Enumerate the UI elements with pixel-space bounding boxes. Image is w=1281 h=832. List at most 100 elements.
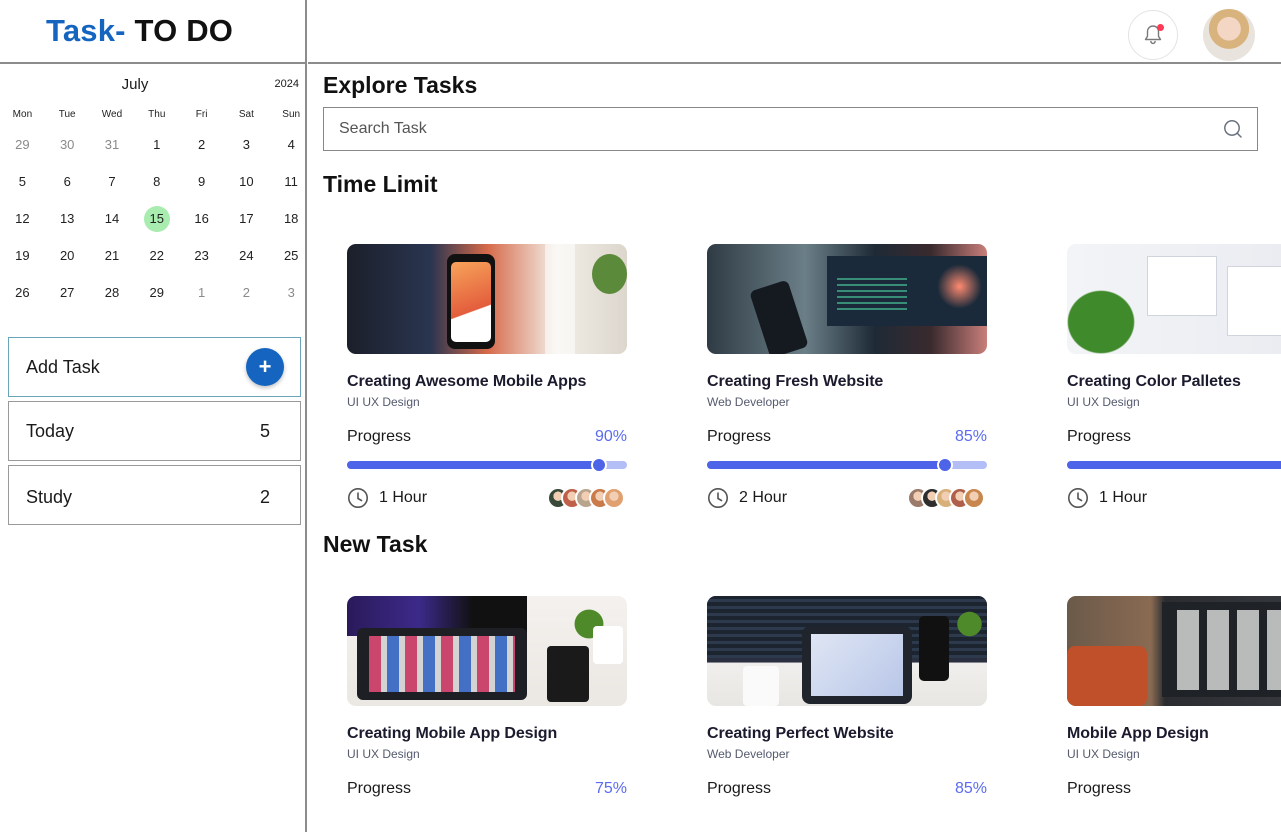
calendar-day-number: 5 bbox=[18, 174, 27, 189]
app-logo[interactable]: Task- TO DO bbox=[46, 13, 233, 49]
list-item-today[interactable]: Today 5 bbox=[8, 401, 301, 461]
task-category: UI UX Design bbox=[1067, 747, 1140, 761]
weekday-label: Thu bbox=[148, 109, 166, 120]
progress-label: Progress bbox=[347, 428, 412, 445]
add-task-button[interactable]: Add Task + bbox=[8, 337, 301, 397]
task-thumbnail bbox=[347, 596, 627, 706]
calendar-day[interactable]: 21 bbox=[90, 237, 135, 274]
calendar-day-number: 1 bbox=[153, 137, 161, 152]
calendar-day[interactable]: 16 bbox=[179, 200, 224, 237]
add-task-label: Add Task bbox=[26, 356, 100, 377]
task-card[interactable]: Creating Fresh Website Web Developer Pro… bbox=[707, 244, 987, 509]
calendar-day[interactable]: 19 bbox=[0, 237, 45, 274]
search-input[interactable] bbox=[339, 120, 1199, 138]
calendar-day[interactable]: 9 bbox=[179, 163, 224, 200]
task-meta: 2 Hour bbox=[707, 487, 987, 509]
calendar-day[interactable]: 7 bbox=[90, 163, 135, 200]
calendar-day[interactable]: 3 bbox=[224, 126, 269, 163]
calendar-year[interactable]: 2024 bbox=[275, 78, 299, 90]
list-count: 2 bbox=[259, 486, 270, 507]
calendar-day-number: 3 bbox=[287, 285, 295, 300]
calendar-day[interactable]: 8 bbox=[134, 163, 179, 200]
clock-icon bbox=[1068, 488, 1088, 508]
calendar-day-number: 11 bbox=[284, 174, 298, 189]
sidebar: Task- TO DO July 2024 Mon Tue Wed Thu Fri Sat… bbox=[0, 0, 307, 832]
calendar-day[interactable]: 2 bbox=[179, 126, 224, 163]
progress-row: Progress 85% bbox=[707, 780, 987, 798]
progress-percent: 75% bbox=[594, 780, 627, 797]
calendar-day[interactable]: 13 bbox=[45, 200, 90, 237]
calendar-day[interactable]: 6 bbox=[45, 163, 90, 200]
calendar-day[interactable]: 1 bbox=[179, 274, 224, 311]
calendar-day[interactable]: 10 bbox=[224, 163, 269, 200]
weekday-label: Sun bbox=[282, 109, 301, 120]
calendar-day[interactable]: 20 bbox=[45, 237, 90, 274]
calendar-day[interactable]: 27 bbox=[45, 274, 90, 311]
weekday-label: Sat bbox=[238, 109, 254, 120]
task-card[interactable]: Creating Awesome Mobile Apps UI UX Desig… bbox=[347, 244, 627, 509]
calendar-day[interactable]: 1 bbox=[134, 126, 179, 163]
calendar-day-number: 28 bbox=[104, 285, 120, 300]
progress-label: Progress bbox=[707, 428, 772, 445]
calendar-day[interactable]: 31 bbox=[90, 126, 135, 163]
calendar-month[interactable]: July bbox=[0, 76, 270, 93]
list-item-study[interactable]: Study 2 bbox=[8, 465, 301, 525]
clock-icon bbox=[708, 488, 728, 508]
calendar-day[interactable]: 2 bbox=[224, 274, 269, 311]
duration-text: 1 Hour bbox=[379, 489, 428, 506]
task-card[interactable]: Creating Color Palletes UI UX Design Pro… bbox=[1067, 244, 1281, 509]
list-count: 5 bbox=[259, 420, 270, 441]
task-title: Creating Fresh Website bbox=[707, 373, 884, 390]
progress-handle[interactable] bbox=[937, 457, 953, 473]
calendar-day-number: 15 bbox=[143, 205, 170, 232]
calendar-day[interactable]: 17 bbox=[224, 200, 269, 237]
calendar-day-selected[interactable]: 15 bbox=[134, 200, 179, 237]
calendar-day[interactable]: 25 bbox=[269, 237, 314, 274]
user-avatar[interactable] bbox=[1203, 9, 1255, 61]
task-title: Mobile App Design bbox=[1067, 725, 1209, 742]
explore-tasks-title: Explore Tasks bbox=[323, 72, 478, 98]
logo-text: TO DO bbox=[125, 13, 234, 48]
calendar-day-number: 13 bbox=[59, 211, 75, 226]
calendar-day[interactable]: 29 bbox=[134, 274, 179, 311]
calendar-week: 5 6 7 8 9 10 11 bbox=[0, 163, 314, 200]
progress-percent: 85% bbox=[954, 428, 987, 445]
calendar-day[interactable]: 4 bbox=[269, 126, 314, 163]
task-card[interactable]: Creating Mobile App Design UI UX Design … bbox=[347, 596, 627, 798]
notification-button[interactable] bbox=[1128, 10, 1178, 60]
plus-icon[interactable]: + bbox=[246, 348, 284, 386]
task-thumbnail bbox=[707, 244, 987, 354]
calendar-day[interactable]: 30 bbox=[45, 126, 90, 163]
calendar-day[interactable]: 3 bbox=[269, 274, 314, 311]
progress-fill bbox=[347, 461, 599, 469]
calendar-day[interactable]: 22 bbox=[134, 237, 179, 274]
calendar-day[interactable]: 28 bbox=[90, 274, 135, 311]
calendar-day-number: 2 bbox=[197, 137, 206, 152]
calendar-day[interactable]: 24 bbox=[224, 237, 269, 274]
calendar-day-number: 10 bbox=[239, 174, 254, 189]
calendar-day[interactable]: 14 bbox=[90, 200, 135, 237]
calendar-day[interactable]: 12 bbox=[0, 200, 45, 237]
calendar-day[interactable]: 18 bbox=[269, 200, 314, 237]
calendar-day[interactable]: 11 bbox=[269, 163, 314, 200]
calendar-day[interactable]: 23 bbox=[179, 237, 224, 274]
assignee-avatar bbox=[603, 487, 625, 509]
task-card[interactable]: Mobile App Design UI UX Design Progress bbox=[1067, 596, 1281, 798]
progress-handle[interactable] bbox=[591, 457, 607, 473]
calendar-day-number: 30 bbox=[59, 137, 75, 152]
calendar: July 2024 Mon Tue Wed Thu Fri Sat Sun 29 30 31 1 2… bbox=[0, 64, 305, 314]
task-category: UI UX Design bbox=[347, 395, 420, 409]
task-card[interactable]: Creating Perfect Website Web Developer P… bbox=[707, 596, 987, 798]
assignee-avatars[interactable] bbox=[907, 487, 985, 509]
calendar-day[interactable]: 29 bbox=[0, 126, 45, 163]
calendar-day[interactable]: 26 bbox=[0, 274, 45, 311]
assignee-avatars[interactable] bbox=[547, 487, 625, 509]
task-meta: 1 Hour bbox=[347, 487, 627, 509]
new-task-title: New Task bbox=[323, 531, 428, 557]
progress-label: Progress bbox=[347, 780, 412, 797]
search-icon[interactable] bbox=[1223, 119, 1243, 139]
task-category: Web Developer bbox=[707, 747, 790, 761]
progress-bar bbox=[347, 457, 627, 473]
task-thumbnail bbox=[1067, 596, 1281, 706]
calendar-day[interactable]: 5 bbox=[0, 163, 45, 200]
